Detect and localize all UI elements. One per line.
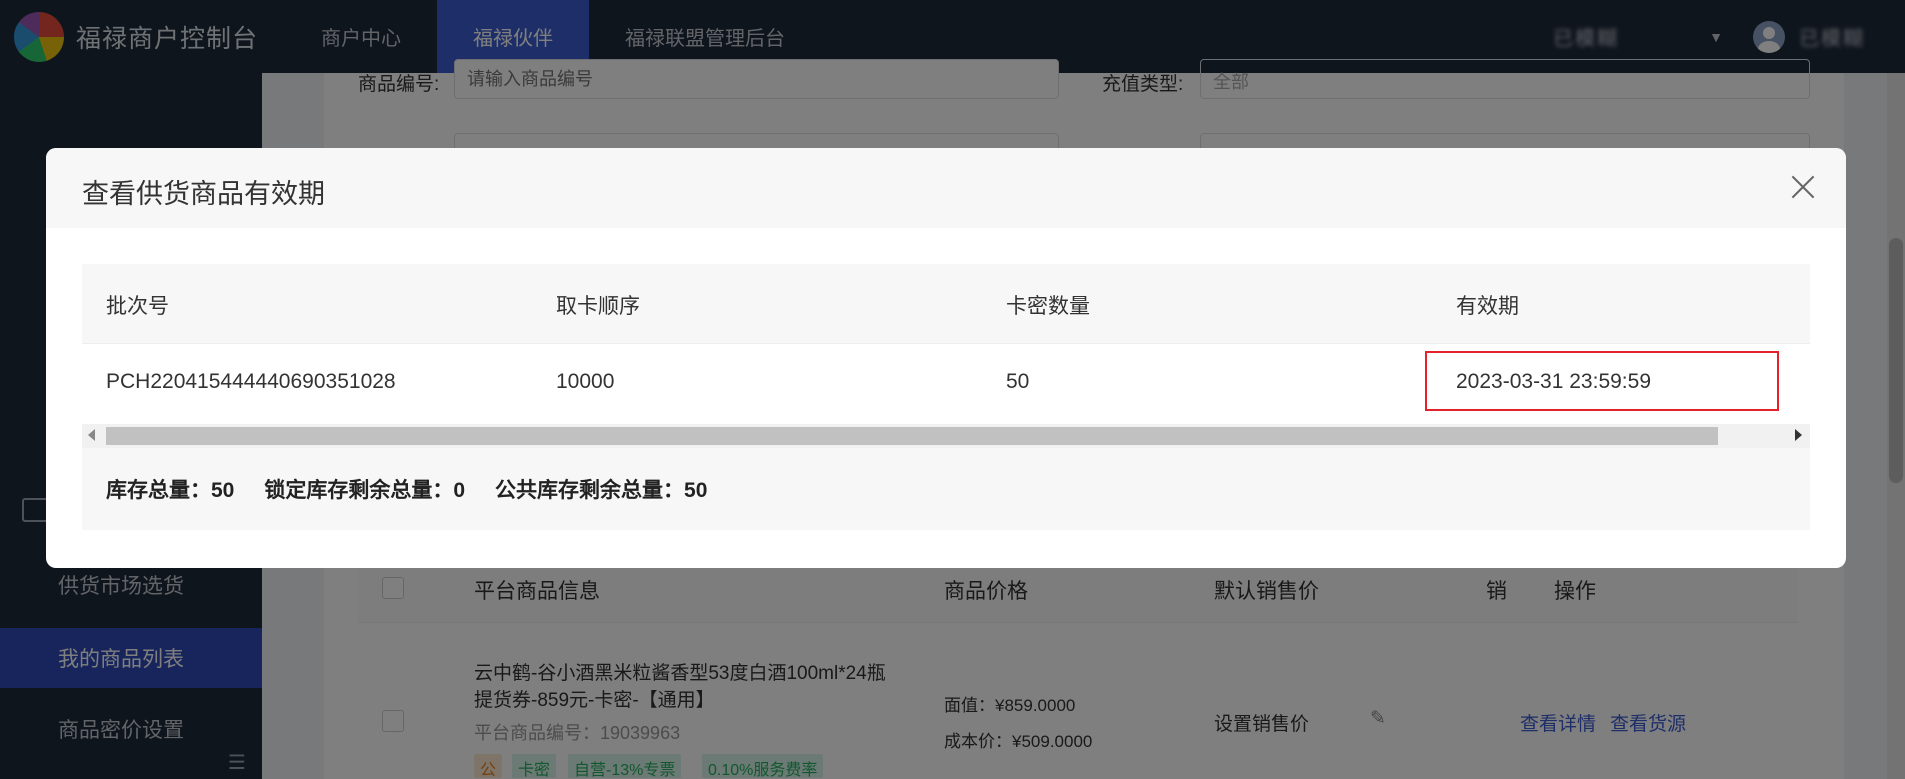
card-count: 50 xyxy=(1006,370,1030,393)
header-card-count: 卡密数量 xyxy=(1006,295,1090,318)
validity-modal: 查看供货商品有效期 批次号 取卡顺序 卡密数量 有效期 PCH220415444… xyxy=(46,148,1846,568)
locked-remaining: 锁定库存剩余总量：0 xyxy=(264,479,466,502)
scroll-right-arrow-icon[interactable] xyxy=(1795,429,1802,441)
validity-table-header: 批次号 取卡顺序 卡密数量 有效期 xyxy=(82,264,1810,344)
pick-order: 10000 xyxy=(556,370,615,393)
scroll-left-arrow-icon[interactable] xyxy=(88,429,95,441)
validity-table: 批次号 取卡顺序 卡密数量 有效期 PCH2204154444406903510… xyxy=(82,264,1810,530)
expiry-highlight-box xyxy=(1425,351,1779,411)
batch-number: PCH220415444440690351028 xyxy=(106,370,396,393)
stock-summary: 库存总量：50 锁定库存剩余总量：0 公共库存剩余总量：50 xyxy=(82,448,1810,530)
public-remaining: 公共库存剩余总量：50 xyxy=(495,479,708,502)
header-pick-order: 取卡顺序 xyxy=(556,295,640,318)
horizontal-scrollbar-thumb[interactable] xyxy=(106,427,1718,445)
close-icon[interactable] xyxy=(1790,174,1816,200)
modal-header: 查看供货商品有效期 xyxy=(46,148,1846,228)
header-batch: 批次号 xyxy=(106,295,169,318)
modal-title: 查看供货商品有效期 xyxy=(82,179,325,209)
table-row: PCH220415444440690351028 10000 50 2023-0… xyxy=(82,344,1810,424)
header-expiry: 有效期 xyxy=(1456,295,1519,318)
total-stock: 库存总量：50 xyxy=(106,479,235,502)
horizontal-scrollbar[interactable] xyxy=(82,424,1810,448)
